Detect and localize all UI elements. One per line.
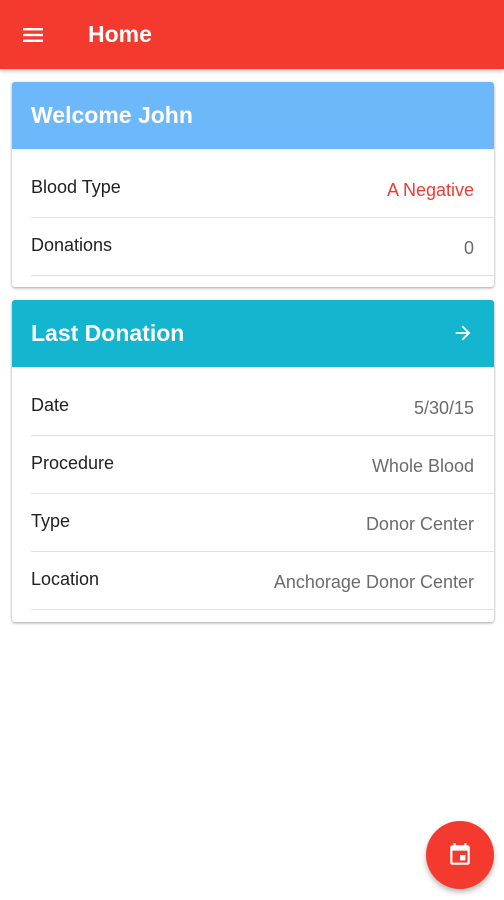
location-label: Location <box>31 569 100 589</box>
last-donation-title: Last Donation <box>31 320 185 346</box>
welcome-card-header: Welcome John <box>12 82 494 149</box>
last-donation-card: Last Donation Date 5/30/15 Procedure Who… <box>12 300 494 622</box>
procedure-label: Procedure <box>31 453 115 473</box>
date-value: 5/30/15 <box>413 398 474 418</box>
type-row: Type Donor Center <box>31 494 494 552</box>
type-value: Donor Center <box>365 514 474 534</box>
page-title: Home <box>88 21 152 47</box>
menu-button[interactable] <box>12 14 54 56</box>
blood-type-value: A Negative <box>386 180 474 200</box>
welcome-card: Welcome John Blood Type A Negative Donat… <box>12 82 494 287</box>
last-donation-header[interactable]: Last Donation <box>12 300 494 367</box>
donations-label: Donations <box>31 235 113 255</box>
donations-value: 0 <box>463 238 474 258</box>
type-label: Type <box>31 511 71 531</box>
last-donation-details-button[interactable] <box>446 316 480 350</box>
menu-icon <box>23 28 43 42</box>
blood-type-row: Blood Type A Negative <box>31 160 494 218</box>
procedure-row: Procedure Whole Blood <box>31 436 494 494</box>
procedure-value: Whole Blood <box>371 456 474 476</box>
date-row: Date 5/30/15 <box>31 378 494 436</box>
arrow-right-icon <box>455 325 471 341</box>
donations-row: Donations 0 <box>31 218 494 276</box>
location-row: Location Anchorage Donor Center <box>31 552 494 610</box>
app-bar: Home <box>0 0 504 69</box>
welcome-title: Welcome John <box>31 102 193 128</box>
schedule-appointment-fab[interactable] <box>426 821 494 889</box>
location-value: Anchorage Donor Center <box>273 572 474 592</box>
blood-type-label: Blood Type <box>31 177 121 197</box>
calendar-event-icon <box>450 843 470 865</box>
date-label: Date <box>31 395 70 415</box>
